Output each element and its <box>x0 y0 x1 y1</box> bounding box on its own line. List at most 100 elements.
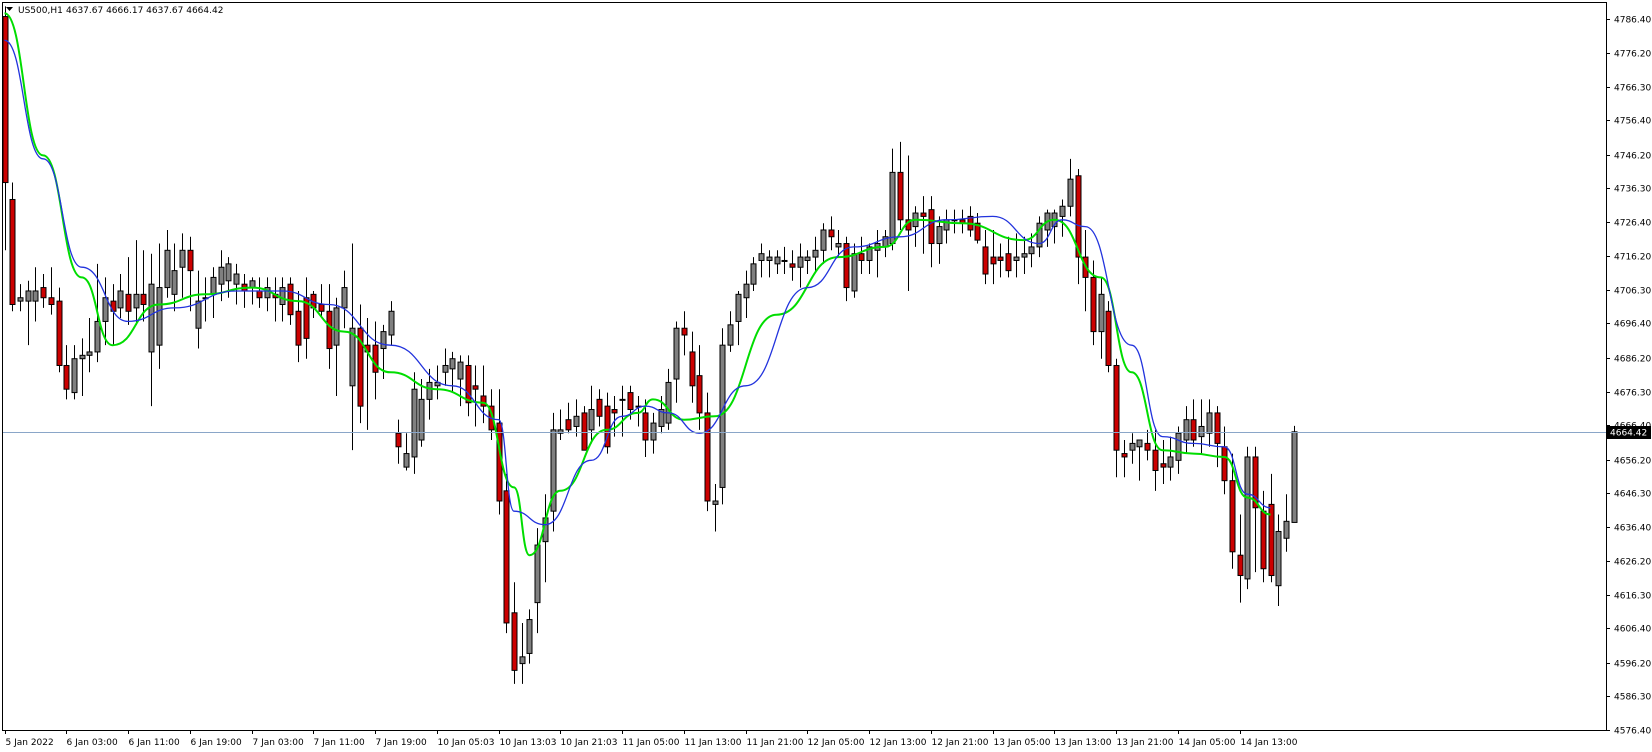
candle-body-bullish <box>1129 442 1136 451</box>
candle-body-bullish <box>349 327 356 387</box>
candle-body-bullish <box>1283 520 1290 539</box>
candle-body-bearish <box>920 212 927 217</box>
candle <box>1291 425 1298 523</box>
y-tick-label: 4626.20 <box>1614 558 1651 568</box>
candle-body-bearish <box>681 327 688 336</box>
candle-body-bullish <box>588 409 595 431</box>
candle-body-bullish <box>750 263 757 285</box>
candle-body-bearish <box>9 198 16 306</box>
candle-body-bullish <box>86 351 93 356</box>
candle <box>503 473 510 634</box>
candle-body-bullish <box>673 327 680 380</box>
candle-body-bullish <box>619 398 626 401</box>
candle-body-bearish <box>828 229 835 238</box>
y-tick-label: 4686.20 <box>1614 355 1651 365</box>
candle-body-bullish <box>1136 439 1143 448</box>
y-tick-label: 4736.30 <box>1614 185 1651 195</box>
candle-body-bearish <box>1214 412 1221 444</box>
candle-body-bullish <box>851 253 858 292</box>
candle-body-bearish <box>581 412 588 451</box>
candle-body-bearish <box>1152 449 1159 472</box>
candle-body-bullish <box>102 297 109 322</box>
candle-body-bearish <box>465 364 472 404</box>
candle-body-bullish <box>712 500 719 505</box>
candle-body-bearish <box>704 412 711 502</box>
candle-body-bullish <box>449 358 456 370</box>
candle-body-bearish <box>472 385 479 390</box>
ohlc-readout: 4637.67 4666.17 4637.67 4664.42 <box>66 6 223 16</box>
candle-body-bullish <box>457 361 464 380</box>
candle-body-bullish <box>32 290 39 302</box>
y-tick-label: 4696.40 <box>1614 320 1651 330</box>
candle <box>1244 446 1251 590</box>
candle-body-bullish <box>94 320 101 353</box>
candle-body-bearish <box>1237 554 1244 577</box>
y-tick-label: 4716.20 <box>1614 253 1651 263</box>
x-tick-label: 10 Jan 05:03 <box>438 738 495 748</box>
candle-body-bullish <box>1059 205 1066 217</box>
candle-body-bearish <box>642 412 649 441</box>
candle-body-bullish <box>1275 530 1282 587</box>
candle-body-bearish <box>1221 446 1228 482</box>
candle-body-bullish <box>519 656 526 665</box>
candle-body-bearish <box>372 344 379 373</box>
candle-body-bullish <box>889 171 896 245</box>
y-tick-label: 4706.30 <box>1614 287 1651 297</box>
candle-body-bullish <box>148 283 155 353</box>
y-tick-label: 4586.30 <box>1614 693 1651 703</box>
x-tick-label: 7 Jan 03:00 <box>253 738 305 748</box>
candle-body-bullish <box>1206 412 1213 434</box>
candle-body-bullish <box>225 263 232 282</box>
candle-body-bearish <box>565 419 572 431</box>
x-tick-label: 11 Jan 13:00 <box>685 738 742 748</box>
candle-body-bullish <box>249 280 256 289</box>
candle-body-bullish <box>758 253 765 261</box>
candle-body-bullish <box>774 256 781 265</box>
candle-body-bearish <box>295 310 302 346</box>
candle <box>719 328 726 505</box>
y-tick-label: 4776.20 <box>1614 50 1651 60</box>
candle-body-bullish <box>743 283 750 299</box>
candle-body-bearish <box>596 398 603 417</box>
y-tick-label: 4596.20 <box>1614 660 1651 670</box>
x-tick-label: 13 Jan 13:00 <box>1055 738 1112 748</box>
x-tick-label: 6 Jan 19:00 <box>191 738 243 748</box>
y-tick-label: 4746.20 <box>1614 152 1651 162</box>
y-tick-label: 4766.30 <box>1614 84 1651 94</box>
candle-body-bullish <box>735 293 742 322</box>
candle-body-bullish <box>117 290 124 309</box>
candle-body-bullish <box>727 324 734 346</box>
candle-body-bearish <box>48 297 55 306</box>
candle-body-bullish <box>426 381 433 400</box>
candle-body-bullish <box>526 619 533 654</box>
candle-body-bearish <box>1121 453 1128 458</box>
candle-body-bullish <box>403 453 410 468</box>
candle-body-bullish <box>1183 419 1190 441</box>
candle-body-bearish <box>187 249 194 272</box>
y-tick-label: 4606.40 <box>1614 625 1651 635</box>
candle-body-bullish <box>820 229 827 251</box>
x-tick-label: 11 Jan 21:00 <box>747 738 804 748</box>
candle-body-bearish <box>140 293 147 306</box>
candle-body-bullish <box>411 388 418 458</box>
candle-body-bullish <box>17 297 24 302</box>
candle <box>9 182 16 312</box>
y-tick-label: 4616.30 <box>1614 592 1651 602</box>
y-tick-label: 4756.40 <box>1614 117 1651 127</box>
candle-body-bullish <box>388 310 395 336</box>
candle-body-bullish <box>1167 456 1174 468</box>
candle-body-bullish <box>71 358 78 394</box>
price-chart[interactable]: US500,H1 4637.67 4666.17 4637.67 4664.42… <box>0 0 1652 752</box>
candle-body-bullish <box>218 266 225 285</box>
candle-body-bearish <box>928 209 935 245</box>
x-tick-label: 10 Jan 13:03 <box>500 738 557 748</box>
x-tick-label: 10 Jan 21:03 <box>561 738 618 748</box>
candle-body-bearish <box>696 375 703 414</box>
x-tick-label: 13 Jan 05:00 <box>994 738 1051 748</box>
candle-body-bullish <box>1291 431 1298 523</box>
candle-body-bearish <box>997 256 1004 261</box>
candle-body-bullish <box>812 249 819 258</box>
x-tick-label: 6 Jan 11:00 <box>129 738 181 748</box>
candle <box>1105 301 1112 373</box>
x-tick-label: 13 Jan 21:00 <box>1117 738 1174 748</box>
